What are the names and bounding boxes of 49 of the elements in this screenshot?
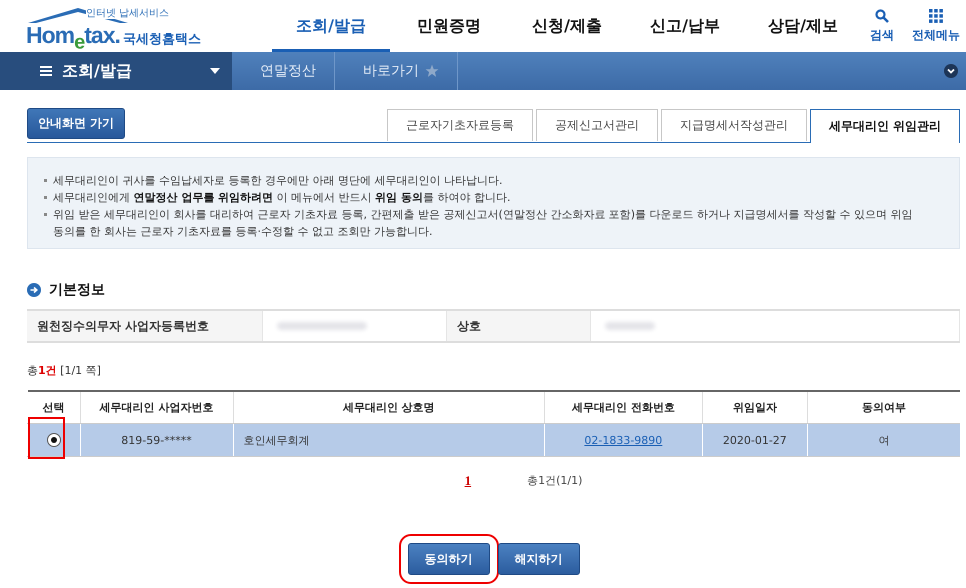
notice-text: 세무대리인이 귀사를 수임납세자로 등록한 경우에만 아래 명단에 세무대리인이 나타납니다. [53, 173, 502, 189]
page-summary: 총1건(1/1) [527, 473, 582, 489]
expand-icon [944, 64, 958, 78]
menu-icon [40, 66, 52, 76]
section-heading: 기본정보 [49, 281, 105, 299]
table-cell: 819-59-***** [80, 424, 233, 456]
guide-button[interactable]: 안내화면 가기 [27, 108, 126, 139]
search-button[interactable]: 검색 [870, 8, 894, 44]
column-header: 세무대리인 전화번호 [544, 391, 702, 424]
bullet-icon [44, 213, 47, 216]
table-cell: 여 [807, 424, 960, 456]
tab[interactable]: 근로자기초자료등록 [386, 109, 533, 141]
field-label: 원천징수의무자 사업자등록번호 [27, 311, 263, 341]
field-label: 상호 [447, 311, 591, 341]
notice-text: 세무대리인에게 연말정산 업무를 위임하려면 이 메뉴에서 반드시 위임 동의를 하여야 합니다. [53, 190, 511, 206]
tab[interactable]: 공제신고서관리 [536, 109, 658, 141]
breadcrumb-link[interactable]: 연말정산 [232, 52, 335, 90]
star-icon [425, 64, 439, 78]
radio-button[interactable] [46, 433, 61, 447]
table-cell: 호인세무회계 [233, 424, 544, 456]
table-cell: 2020-01-27 [702, 424, 808, 456]
action-button[interactable]: 해지하기 [498, 543, 580, 575]
tab[interactable]: 지급명세서작성관리 [660, 109, 807, 141]
section-title: 조회/발급 [62, 60, 133, 82]
logo-name: 국세청홈택스 [122, 31, 201, 48]
caret-icon [210, 68, 220, 74]
menu-tab[interactable]: 신고/납부 [626, 0, 744, 52]
menu-tab[interactable]: 신청/제출 [508, 0, 626, 52]
page-link[interactable]: 1 [464, 473, 472, 489]
breadcrumb-link[interactable]: 바로가기 [335, 52, 458, 90]
column-header: 동의여부 [807, 391, 960, 424]
bullet-icon [44, 196, 47, 199]
column-header: 세무대리인 사업자번호 [80, 391, 233, 424]
section-dropdown[interactable]: 조회/발급 [0, 52, 232, 90]
arrow-circle-icon [27, 283, 41, 297]
column-header: 세무대리인 상호명 [233, 391, 544, 424]
notice-text: 위임 받은 세무대리인이 회사를 대리하여 근로자 기초자료 등록, 간편제출 받은 공제신고서(연말정산 간소화자료 포함)를 다운로드 하거나 지급명세서를 작성할 수 있으며 위임 동의를 한 회사는 근로자 기초자료를 등록·수정할 수 없고 조회만 가능합니다. [53, 207, 914, 240]
grid-icon [929, 8, 943, 22]
logo-caption: 인터넷 납세서비스 [86, 9, 170, 19]
tab[interactable]: 세무대리인 위임관리 [810, 109, 960, 143]
grid-button[interactable]: 전체메뉴 [912, 8, 960, 44]
logo[interactable]: Hom$_{e}$tax. [26, 22, 120, 55]
bullet-icon [44, 179, 47, 182]
menu-tab[interactable]: 상담/제보 [744, 0, 862, 52]
search-icon [875, 8, 889, 22]
phone-link[interactable]: 02-1833-9890 [584, 434, 662, 446]
column-header: 위임일자 [702, 391, 808, 424]
menu-tab[interactable]: 민원증명 [390, 0, 508, 52]
result-count: 총1건 [1/1 쪽] [27, 363, 102, 378]
